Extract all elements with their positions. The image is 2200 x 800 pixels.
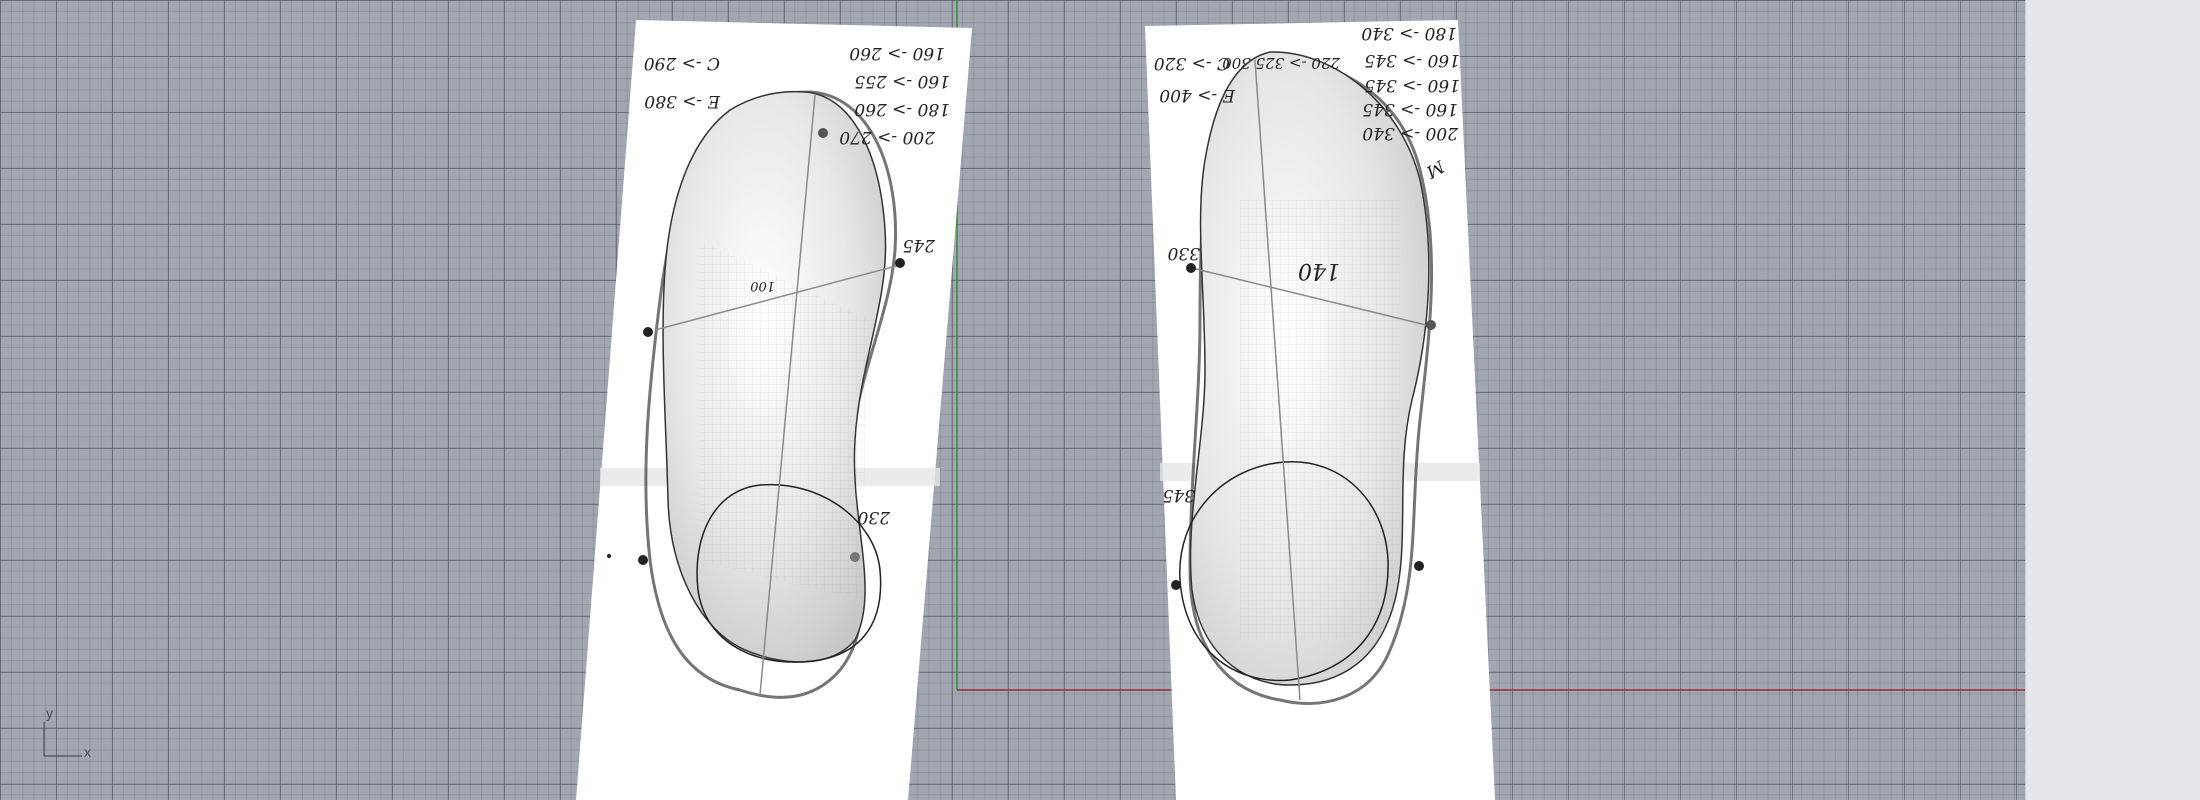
axis-gizmo: y x xyxy=(43,705,91,760)
left-note-c: C -> 290 xyxy=(644,53,720,73)
left-marker-dot xyxy=(895,258,905,268)
gizmo-y-label: y xyxy=(46,705,53,721)
left-marker-dot xyxy=(850,552,860,562)
left-note-3: 180 -> 260 xyxy=(854,99,950,119)
left-marker-dot xyxy=(607,554,611,558)
right-note-3: 160 -> 345 xyxy=(1364,75,1460,95)
right-side-panel xyxy=(2025,0,2200,800)
right-note-4: 160 -> 345 xyxy=(1362,99,1458,119)
right-note-2: 160 -> 345 xyxy=(1364,50,1460,70)
application-window: 160 -> 260 160 -> 255 180 -> 260 200 -> … xyxy=(0,0,2200,800)
left-marker-dot xyxy=(818,128,828,138)
right-marker-dot xyxy=(1414,561,1424,571)
left-marker-dot xyxy=(643,327,653,337)
left-marker-dot xyxy=(638,555,648,565)
right-note-center: 140 xyxy=(1298,258,1340,283)
left-note-1: 160 -> 260 xyxy=(849,43,945,63)
right-marker-dot xyxy=(1171,580,1181,590)
right-note-5: 200 -> 340 xyxy=(1362,123,1459,143)
viewport-canvas: 160 -> 260 160 -> 255 180 -> 260 200 -> … xyxy=(43,0,2025,800)
left-note-4: 200 -> 270 xyxy=(839,127,936,147)
left-note-245: 245 xyxy=(903,235,936,255)
right-note-top: 220 -> 325 300 xyxy=(1222,54,1341,72)
right-foot-scan[interactable]: 180 -> 340 160 -> 345 160 -> 345 160 -> … xyxy=(1145,20,1495,800)
left-note-2: 160 -> 255 xyxy=(854,71,950,91)
left-foot-scan[interactable]: 160 -> 260 160 -> 255 180 -> 260 200 -> … xyxy=(576,20,972,800)
right-note-1: 180 -> 340 xyxy=(1361,23,1457,43)
gizmo-x-label: x xyxy=(84,744,91,760)
left-note-100: 100 xyxy=(750,278,775,293)
right-marker-dot xyxy=(1426,320,1436,330)
right-note-330: 330 xyxy=(1167,243,1200,263)
left-note-230: 230 xyxy=(857,507,891,527)
right-note-e: E -> 400 xyxy=(1159,85,1236,105)
right-note-c: C -> 320 xyxy=(1154,53,1230,73)
right-marker-dot xyxy=(1186,263,1196,273)
left-note-e: E -> 380 xyxy=(644,91,721,111)
right-note-345: 345 xyxy=(1163,485,1195,505)
cad-viewport-top[interactable]: 160 -> 260 160 -> 255 180 -> 260 200 -> … xyxy=(0,0,2025,800)
